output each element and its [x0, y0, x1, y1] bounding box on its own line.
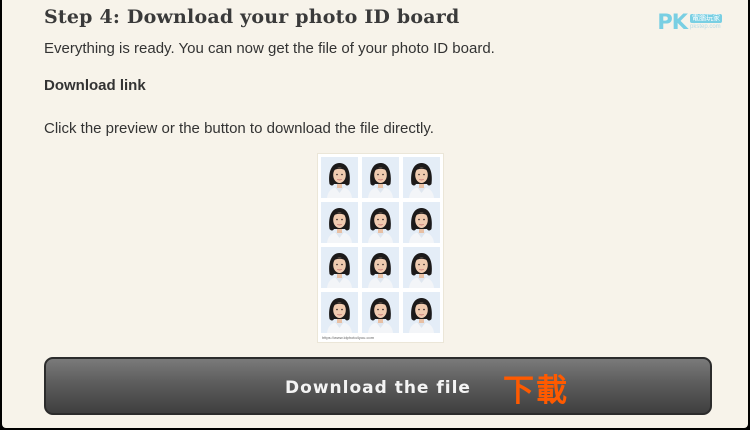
id-photo [321, 157, 358, 198]
watermark-tag: 電腦玩家 pkstep.com [690, 13, 722, 31]
id-photo [321, 202, 358, 243]
step-title: Step 4: Download your photo ID board [44, 6, 460, 28]
id-photo [321, 292, 358, 333]
watermark-tag-text: 電腦玩家 [690, 13, 722, 23]
id-photo [362, 157, 399, 198]
download-file-button[interactable]: Download the file 下載 [44, 357, 712, 415]
download-link-heading: Download link [44, 77, 146, 94]
instruction-text: Click the preview or the button to downl… [44, 120, 434, 137]
id-photo [321, 247, 358, 288]
id-photo [403, 202, 440, 243]
photo-grid [321, 157, 440, 333]
id-photo [403, 292, 440, 333]
id-photo [403, 157, 440, 198]
id-photo [362, 292, 399, 333]
preview-url-caption: https://www.idphoto4you.com [322, 335, 375, 340]
page-frame: Step 4: Download your photo ID board PK … [2, 0, 748, 428]
watermark-letters: PK [657, 10, 688, 34]
id-photo [362, 247, 399, 288]
photo-board-preview[interactable]: https://www.idphoto4you.com [318, 154, 443, 342]
download-button-label: Download the file [285, 378, 471, 398]
download-annotation: 下載 [503, 373, 569, 409]
id-photo [362, 202, 399, 243]
pk-watermark-logo: PK 電腦玩家 pkstep.com [657, 10, 722, 34]
id-photo [403, 247, 440, 288]
watermark-sub-text: pkstep.com [690, 23, 721, 30]
intro-text: Everything is ready. You can now get the… [44, 40, 495, 57]
